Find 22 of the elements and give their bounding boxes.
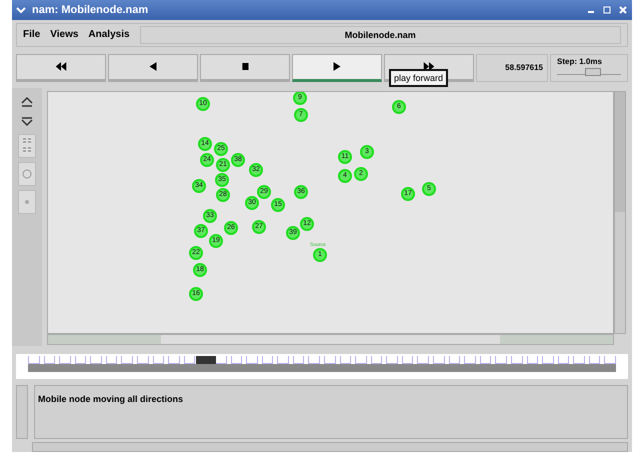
maximize-icon[interactable] [602,4,612,15]
menu-item[interactable]: File [23,29,40,40]
horizontal-scrollbar[interactable] [32,442,628,452]
slider-thumb[interactable] [585,68,602,76]
menu-item[interactable]: Analysis [88,29,130,40]
chevron-down-icon[interactable] [16,4,26,15]
timeline-slider[interactable] [16,354,628,380]
edit-icon[interactable] [18,134,36,158]
tooltip: play forward [389,68,448,87]
rewind-icon [54,62,68,72]
window-title: nam: Mobilenode.nam [32,4,148,16]
timeline-thumb[interactable] [196,356,216,364]
vertical-scrollbar[interactable] [16,385,28,440]
vertical-scrollbar[interactable] [614,90,626,334]
time-display: 58.597615 [476,54,548,82]
step-label: Step: 1.0ms [557,56,603,66]
step-slider[interactable] [557,70,621,75]
menu-item[interactable]: Views [50,29,78,40]
horizontal-scrollbar[interactable] [47,334,614,345]
close-icon[interactable] [618,4,628,15]
file-name-label: Mobilenode.nam [140,26,621,44]
annotation-text: Mobile node moving all directions [38,394,184,404]
